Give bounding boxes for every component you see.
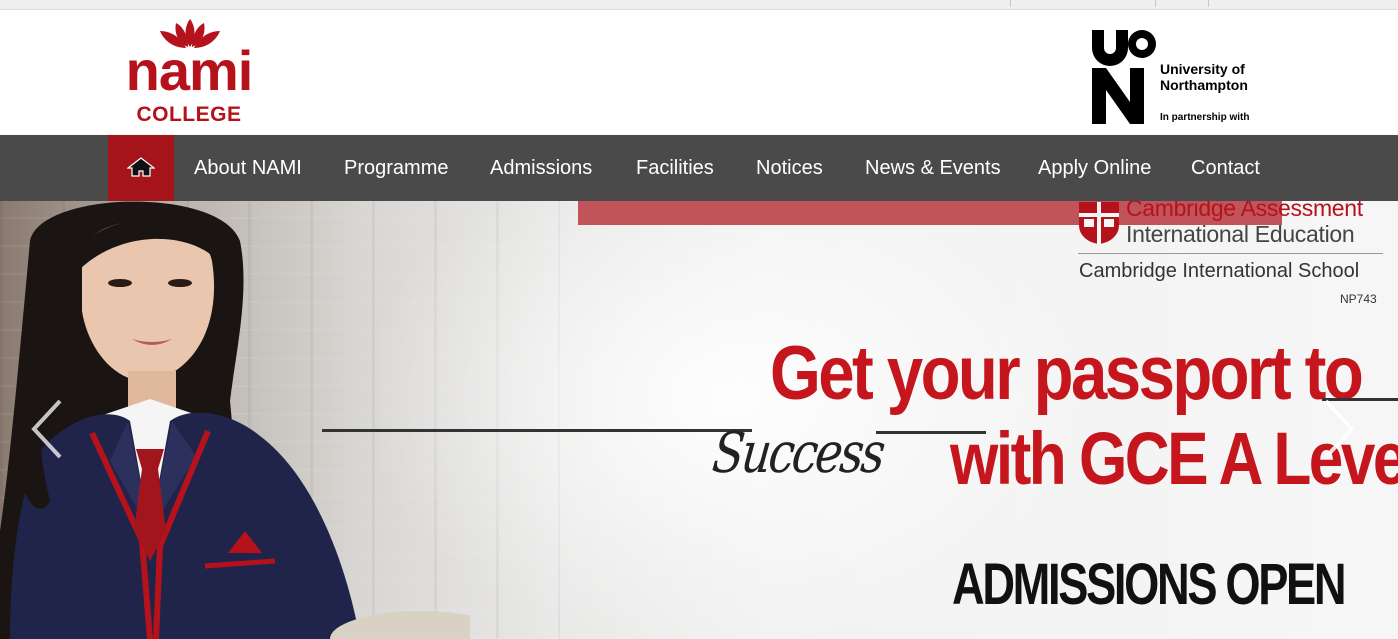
chevron-left-icon[interactable] bbox=[28, 397, 68, 461]
cambridge-line1: Cambridge Assessment bbox=[1126, 201, 1363, 221]
admissions-open-text: ADMISSIONS OPEN bbox=[952, 552, 1347, 617]
home-icon bbox=[127, 157, 155, 177]
nav-apply-online[interactable]: Apply Online bbox=[1038, 135, 1151, 201]
chevron-right-icon[interactable] bbox=[1318, 397, 1358, 461]
nami-college-logo[interactable]: nami COLLEGE bbox=[110, 13, 270, 131]
cambridge-logo[interactable]: Cambridge Assessment International Educa… bbox=[1076, 201, 1386, 311]
cambridge-line2: International Education bbox=[1126, 221, 1355, 247]
divider bbox=[1078, 253, 1383, 254]
main-navigation: About NAMI Programme Admissions Faciliti… bbox=[0, 135, 1398, 201]
uon-name-line1: University of bbox=[1160, 61, 1245, 77]
nav-about-nami[interactable]: About NAMI bbox=[194, 135, 302, 201]
top-utility-bar bbox=[0, 0, 1398, 10]
headline-script: Success bbox=[709, 421, 887, 486]
headline-line1: Get your passport to bbox=[770, 331, 1364, 416]
uon-name: University of Northampton bbox=[1160, 61, 1300, 93]
home-button[interactable] bbox=[108, 135, 174, 201]
logo-wordmark: nami bbox=[125, 39, 254, 102]
nav-facilities[interactable]: Facilities bbox=[636, 135, 714, 201]
logo-subtitle: COLLEGE bbox=[136, 103, 242, 126]
university-of-northampton-logo[interactable]: University of Northampton In partnership… bbox=[1090, 28, 1290, 128]
cambridge-centre-code: NP743 bbox=[1340, 292, 1377, 306]
student-photo bbox=[0, 201, 470, 639]
uon-tagline: In partnership with bbox=[1160, 112, 1250, 123]
cambridge-shield-icon bbox=[1079, 202, 1119, 244]
site-header: nami COLLEGE University of Northampton I… bbox=[0, 10, 1398, 135]
nav-admissions[interactable]: Admissions bbox=[490, 135, 592, 201]
nav-programme[interactable]: Programme bbox=[344, 135, 448, 201]
hero-slider: Cambridge Assessment International Educa… bbox=[0, 201, 1398, 639]
nav-news-events[interactable]: News & Events bbox=[865, 135, 1001, 201]
utility-link[interactable] bbox=[1155, 0, 1208, 7]
utility-link[interactable] bbox=[1010, 0, 1155, 7]
uon-name-line2: Northampton bbox=[1160, 77, 1248, 93]
nav-contact[interactable]: Contact bbox=[1191, 135, 1260, 201]
utility-link[interactable] bbox=[1208, 0, 1337, 7]
nav-notices[interactable]: Notices bbox=[756, 135, 823, 201]
headline-rule-left bbox=[322, 429, 752, 432]
cambridge-school-label: Cambridge International School bbox=[1079, 260, 1360, 282]
uon-mark-icon bbox=[1092, 30, 1156, 124]
